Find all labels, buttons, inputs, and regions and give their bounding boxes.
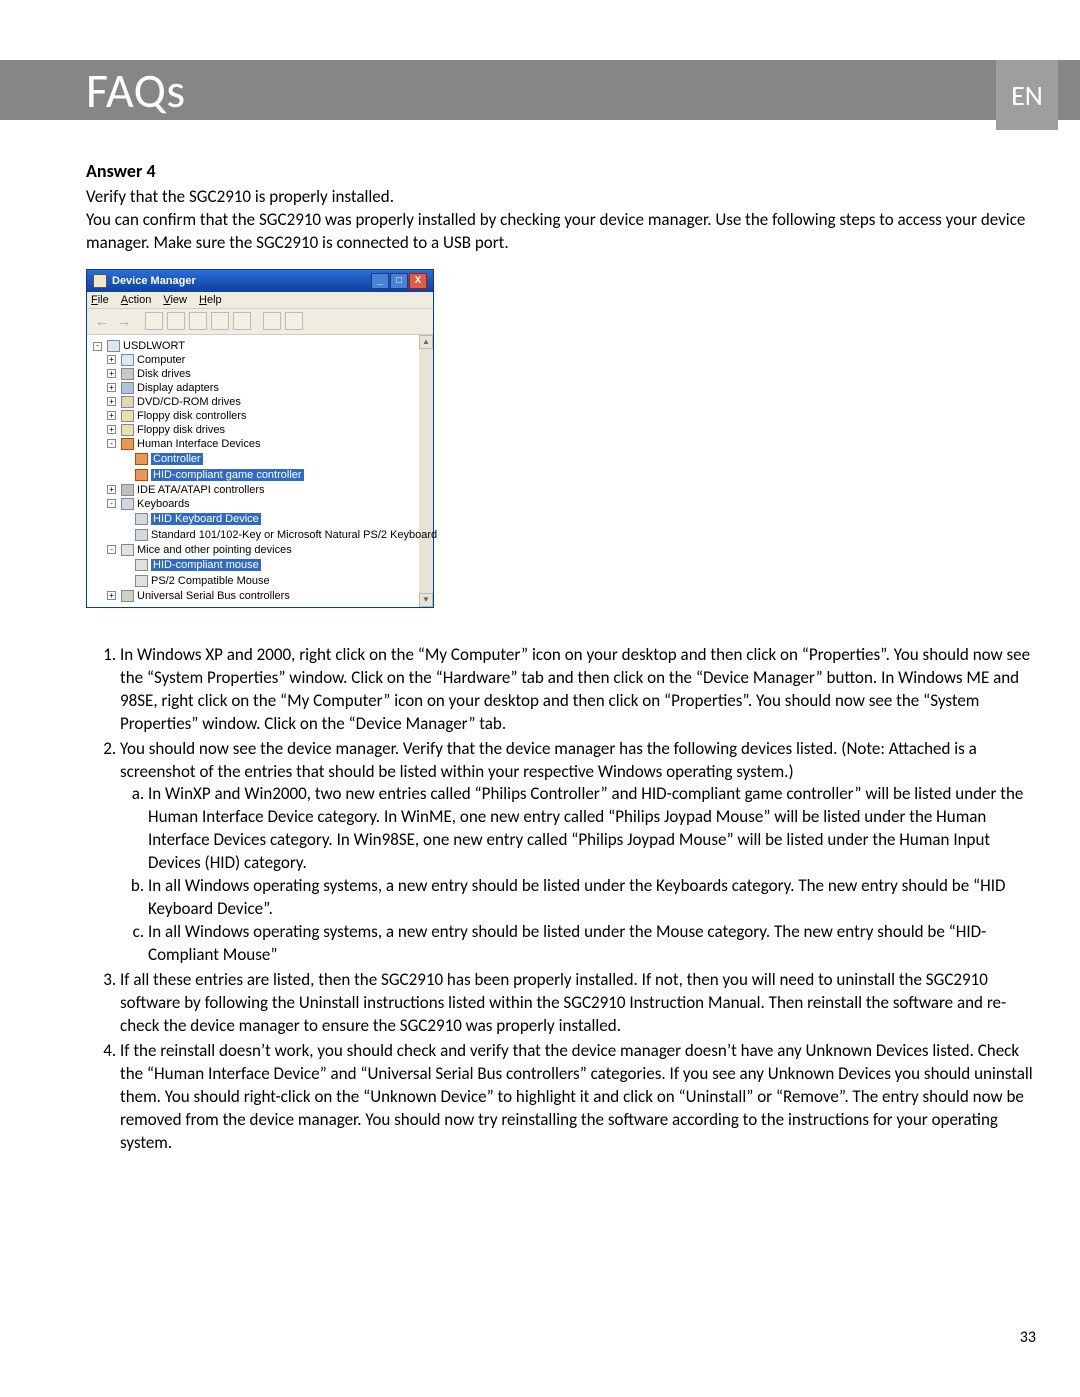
collapse-icon[interactable]: - (107, 439, 116, 448)
node-mice[interactable]: Mice and other pointing devices (137, 544, 292, 556)
step-2-sublist: In WinXP and Win2000, two new entries ca… (120, 783, 1036, 967)
dm-tree: ▲ ▼ - USDLWORT + Computer + Disk drives + Di… (87, 335, 433, 607)
dm-title-text: Device Manager (112, 275, 196, 287)
step-2a: In WinXP and Win2000, two new entries ca… (148, 783, 1036, 875)
expand-icon[interactable]: + (107, 369, 116, 378)
node-display[interactable]: Display adapters (137, 382, 219, 394)
node-disk[interactable]: Disk drives (137, 368, 191, 380)
device-manager-screenshot: Device Manager _ □ X File Action View He… (86, 269, 436, 608)
menu-help[interactable]: Help (199, 294, 222, 306)
usb-icon (121, 590, 134, 602)
collapse-icon[interactable]: - (93, 342, 102, 351)
step-4: If the reinstall doesn’t work, you shoul… (120, 1040, 1036, 1155)
mouse-icon (135, 575, 148, 587)
toolbar-button[interactable] (145, 312, 163, 330)
node-usb[interactable]: Universal Serial Bus controllers (137, 590, 290, 602)
expand-icon[interactable]: + (107, 485, 116, 494)
step-2c: In all Windows operating systems, a new … (148, 921, 1036, 967)
hid-icon (121, 438, 134, 450)
collapse-icon[interactable]: - (107, 499, 116, 508)
hid-icon (135, 453, 148, 465)
computer-root-icon (107, 340, 120, 352)
floppy-ctrl-icon (121, 410, 134, 422)
intro-line-2: You can confirm that the SGC2910 was pro… (86, 209, 1025, 253)
minimize-button[interactable]: _ (371, 273, 389, 289)
page-title: FAQs (86, 61, 186, 120)
node-dvd[interactable]: DVD/CD-ROM drives (137, 396, 241, 408)
node-floppyctrl[interactable]: Floppy disk controllers (137, 410, 246, 422)
content-area: Answer 4 Verify that the SGC2910 is prop… (86, 160, 1036, 1156)
mouse-icon (135, 559, 148, 571)
step-2-text: You should now see the device manager. V… (120, 738, 977, 782)
toolbar-button[interactable] (189, 312, 207, 330)
scroll-down-icon[interactable]: ▼ (419, 593, 433, 607)
computer-icon (121, 354, 134, 366)
menu-action[interactable]: Action (121, 294, 152, 306)
node-hidmouse[interactable]: HID-compliant mouse (151, 559, 261, 571)
step-1: In Windows XP and 2000, right click on t… (120, 644, 1036, 736)
floppy-icon (121, 424, 134, 436)
node-controller[interactable]: Controller (151, 453, 203, 465)
display-icon (121, 382, 134, 394)
node-hidgame[interactable]: HID-compliant game controller (151, 469, 304, 481)
intro-text: Verify that the SGC2910 is properly inst… (86, 186, 1036, 255)
keyboard-icon (135, 529, 148, 541)
node-ide[interactable]: IDE ATA/ATAPI controllers (137, 484, 265, 496)
expand-icon[interactable]: + (107, 425, 116, 434)
toolbar-button[interactable] (263, 312, 281, 330)
menu-view[interactable]: View (163, 294, 187, 306)
back-icon[interactable]: ← (93, 313, 111, 329)
close-button[interactable]: X (409, 273, 427, 289)
node-computer[interactable]: Computer (137, 354, 185, 366)
dm-menubar: File Action View Help (87, 292, 433, 309)
hid-icon (135, 469, 148, 481)
dvd-icon (121, 396, 134, 408)
ide-icon (121, 484, 134, 496)
mouse-icon (121, 544, 134, 556)
intro-line-1: Verify that the SGC2910 is properly inst… (86, 186, 394, 207)
language-indicator: EN (996, 60, 1058, 130)
expand-icon[interactable]: + (107, 411, 116, 420)
dm-window: Device Manager _ □ X File Action View He… (86, 269, 434, 608)
disk-icon (121, 368, 134, 380)
answer-heading: Answer 4 (86, 160, 1036, 182)
header-bar: FAQs (0, 60, 1080, 120)
dm-app-icon (93, 274, 107, 288)
keyboard-icon (135, 513, 148, 525)
tree-root[interactable]: USDLWORT (123, 340, 185, 352)
collapse-icon[interactable]: - (107, 545, 116, 554)
toolbar-button[interactable] (233, 312, 251, 330)
scroll-up-icon[interactable]: ▲ (419, 335, 433, 349)
expand-icon[interactable]: + (107, 383, 116, 392)
forward-icon[interactable]: → (115, 313, 133, 329)
step-2b: In all Windows operating systems, a new … (148, 875, 1036, 921)
keyboard-icon (121, 498, 134, 510)
dm-titlebar: Device Manager _ □ X (87, 270, 433, 292)
node-hidkbd[interactable]: HID Keyboard Device (151, 513, 261, 525)
maximize-button[interactable]: □ (390, 273, 408, 289)
steps-list: In Windows XP and 2000, right click on t… (86, 644, 1036, 1155)
step-2: You should now see the device manager. V… (120, 738, 1036, 967)
expand-icon[interactable]: + (107, 355, 116, 364)
node-floppy[interactable]: Floppy disk drives (137, 424, 225, 436)
toolbar-button[interactable] (211, 312, 229, 330)
expand-icon[interactable]: + (107, 591, 116, 600)
page-number: 33 (1020, 1328, 1036, 1347)
menu-file[interactable]: File (91, 294, 109, 306)
node-stdkbd[interactable]: Standard 101/102-Key or Microsoft Natura… (151, 529, 437, 541)
node-ps2mouse[interactable]: PS/2 Compatible Mouse (151, 575, 270, 587)
toolbar-button[interactable] (167, 312, 185, 330)
dm-toolbar: ← → (87, 309, 433, 335)
node-keyboards[interactable]: Keyboards (137, 498, 190, 510)
step-3: If all these entries are listed, then th… (120, 969, 1036, 1038)
toolbar-button[interactable] (285, 312, 303, 330)
expand-icon[interactable]: + (107, 397, 116, 406)
node-hid[interactable]: Human Interface Devices (137, 438, 261, 450)
